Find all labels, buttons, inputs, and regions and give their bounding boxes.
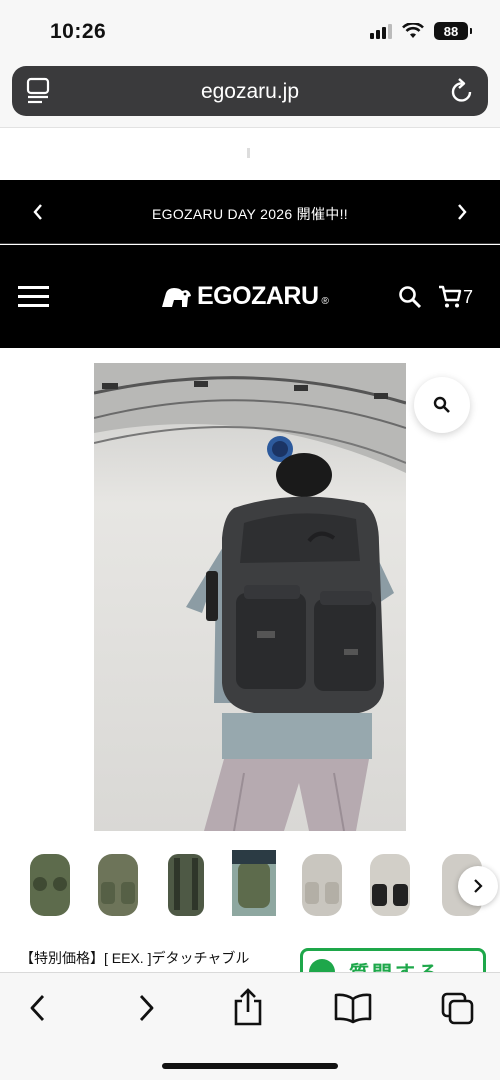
- status-time: 10:26: [50, 20, 107, 43]
- menu-icon[interactable]: [18, 285, 50, 309]
- search-icon[interactable]: [398, 285, 422, 309]
- thumbnail-6[interactable]: [360, 848, 420, 920]
- logo-mark-icon: [162, 287, 191, 307]
- reload-icon[interactable]: [450, 78, 474, 104]
- thumbnail-4[interactable]: [224, 848, 284, 920]
- thumbnail-2[interactable]: [88, 848, 148, 920]
- address-bar[interactable]: egozaru.jp: [12, 66, 488, 116]
- cellular-signal-icon: [370, 23, 392, 39]
- announcement-bar: EGOZARU DAY 2026 開催中!!: [0, 180, 500, 244]
- thumbnail-3[interactable]: [156, 848, 216, 920]
- status-indicators: 88: [370, 22, 472, 40]
- logo-registered-mark: ®: [321, 296, 329, 307]
- thumbnail-strip: [20, 848, 490, 922]
- zoom-button[interactable]: [414, 377, 470, 433]
- home-indicator: [162, 1063, 338, 1069]
- site-logo[interactable]: EGOZARU ®: [160, 282, 329, 311]
- product-title: 【特別価格】[ EEX. ]デタッチャブル: [20, 950, 250, 966]
- zoom-icon: [433, 396, 450, 413]
- battery-level: 88: [443, 23, 459, 39]
- wifi-icon: [402, 23, 424, 38]
- thumbnail-5[interactable]: [292, 848, 352, 920]
- forward-icon[interactable]: [134, 991, 158, 1025]
- status-bar: 10:26 88: [0, 0, 500, 62]
- battery-icon: 88: [434, 22, 472, 40]
- product-photo-illustration: [94, 363, 406, 831]
- share-icon[interactable]: [232, 987, 264, 1027]
- chevron-right-icon: [474, 879, 483, 893]
- cart-icon[interactable]: [438, 285, 462, 309]
- thumbnail-next-button[interactable]: [458, 866, 498, 906]
- tabs-overview-icon[interactable]: [440, 991, 476, 1027]
- page-top-spacer: [0, 128, 500, 180]
- url-text[interactable]: egozaru.jp: [12, 80, 488, 104]
- logo-text: EGOZARU: [197, 282, 319, 310]
- product-main-image[interactable]: [94, 363, 406, 831]
- browser-address-area: egozaru.jp: [0, 62, 500, 128]
- back-icon[interactable]: [26, 991, 50, 1025]
- cart-count: 7: [463, 287, 474, 307]
- chevron-right-icon[interactable]: [454, 200, 470, 224]
- thumbnail-1[interactable]: [20, 848, 80, 920]
- site-header: EGOZARU ® 7: [0, 245, 500, 348]
- scroll-mark: [247, 148, 250, 158]
- bookmarks-icon[interactable]: [334, 991, 372, 1025]
- announcement-text[interactable]: EGOZARU DAY 2026 開催中!!: [0, 204, 500, 224]
